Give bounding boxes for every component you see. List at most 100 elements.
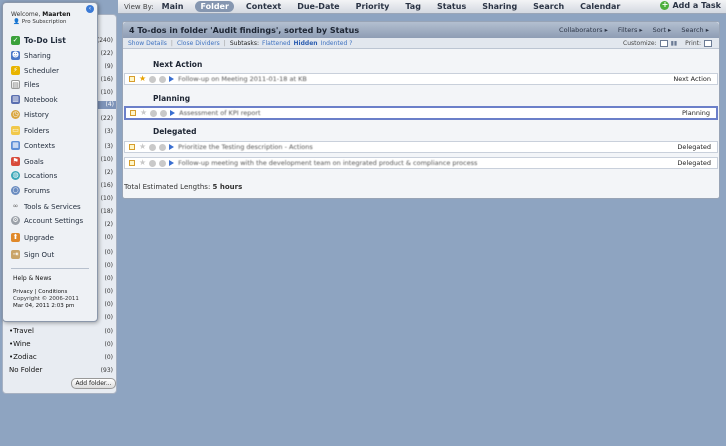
tab-folder[interactable]: Folder [195, 1, 234, 12]
menu-item-todo-list[interactable]: ✓ To-Do List [11, 35, 66, 46]
customize-icon[interactable] [659, 39, 668, 47]
tab-main[interactable]: Main [162, 2, 184, 11]
folder-count: (0) [104, 288, 114, 295]
folder-count: (16) [100, 182, 113, 189]
add-task-button[interactable]: + Add a Task [660, 1, 721, 10]
show-details-link[interactable]: Show Details [128, 40, 167, 47]
menu-label: Sharing [24, 51, 51, 60]
folder-item-wine[interactable]: •Wine (0) [9, 338, 113, 350]
printer-icon[interactable] [704, 39, 712, 47]
menu-item-locations[interactable]: ◍ Locations [11, 170, 57, 181]
task-title[interactable]: Follow-up on Meeting 2011-01-18 at KB [178, 75, 307, 83]
menu-label: Locations [24, 171, 58, 180]
task-checkbox[interactable] [129, 160, 135, 166]
link-icon: ∞ [12, 202, 19, 210]
plus-icon: + [660, 0, 670, 10]
menu-item-files[interactable]: ▤ Files [11, 79, 39, 90]
task-checkbox[interactable] [129, 144, 135, 150]
repeat-icon[interactable] [149, 159, 157, 167]
expand-icon[interactable] [169, 160, 175, 166]
task-checkbox[interactable] [129, 76, 135, 82]
folder-item-travel[interactable]: •Travel (0) [9, 325, 113, 337]
user-icon: 👤 [13, 19, 20, 25]
task-title[interactable]: Follow-up meeting with the development t… [178, 159, 477, 167]
subtasks-hidden[interactable]: Hidden [294, 40, 318, 47]
task-checkbox[interactable] [130, 110, 136, 116]
menu-item-folders[interactable]: ▭ Folders [11, 125, 49, 136]
tab-due-date[interactable]: Due-Date [297, 2, 339, 11]
tab-search[interactable]: Search [533, 2, 564, 11]
contexts-icon: ▦ [11, 141, 20, 150]
subtasks-indented[interactable]: Indented [321, 40, 348, 47]
menu-item-tools-services[interactable]: ∞ Tools & Services [11, 201, 81, 212]
menu-item-notebook[interactable]: ▥ Notebook [11, 94, 58, 105]
collaborators-menu[interactable]: Collaborators ▸ [559, 26, 608, 34]
subscription-text: 👤 Pro Subscription [13, 19, 67, 25]
sort-menu[interactable]: Sort ▸ [653, 26, 672, 34]
task-status[interactable]: Delegated [677, 159, 711, 167]
expand-icon[interactable] [169, 76, 175, 82]
task-row[interactable]: ★ Assessment of KPI report Planning [124, 106, 718, 120]
columns-icon[interactable]: ▮▮ [671, 40, 678, 47]
add-folder-button[interactable]: Add folder... [71, 378, 116, 389]
tab-tag[interactable]: Tag [405, 2, 421, 11]
task-row[interactable]: ★ Follow-up meeting with the development… [124, 157, 718, 169]
tab-sharing[interactable]: Sharing [482, 2, 517, 11]
privacy-conditions-link[interactable]: Privacy | Conditions [13, 289, 67, 295]
note-icon[interactable] [159, 159, 167, 167]
menu-item-forums[interactable]: ○ Forums [11, 185, 50, 196]
help-news-link[interactable]: Help & News [13, 275, 51, 282]
menu-item-sharing[interactable]: ☻ Sharing [11, 50, 51, 61]
task-status[interactable]: Delegated [677, 143, 711, 151]
tab-status[interactable]: Status [437, 2, 466, 11]
repeat-icon[interactable] [149, 75, 157, 83]
expand-icon[interactable] [169, 144, 175, 150]
total-value: 5 hours [212, 183, 243, 191]
collapse-icon[interactable]: ‹ [86, 5, 94, 13]
filters-menu[interactable]: Filters ▸ [618, 26, 643, 34]
menu-item-contexts[interactable]: ▦ Contexts [11, 140, 55, 151]
menu-item-history[interactable]: ◷ History [11, 109, 49, 120]
tab-priority[interactable]: Priority [356, 2, 390, 11]
top-nav-bar: View By: Main Folder Context Due-Date Pr… [118, 0, 726, 14]
search-menu[interactable]: Search ▸ [681, 26, 709, 34]
repeat-icon[interactable] [150, 109, 158, 117]
menu-item-upgrade[interactable]: ⬆ Upgrade [11, 232, 54, 243]
star-icon[interactable]: ★ [140, 109, 147, 117]
close-dividers-link[interactable]: Close Dividers [177, 40, 220, 47]
task-row[interactable]: ★ Follow-up on Meeting 2011-01-18 at KB … [124, 73, 718, 85]
expand-icon[interactable] [170, 110, 176, 116]
tab-calendar[interactable]: Calendar [580, 2, 620, 11]
folder-count: (0) [104, 275, 114, 282]
folder-item-no-folder[interactable]: No Folder (93) [9, 364, 113, 376]
note-icon[interactable] [159, 75, 167, 83]
task-status[interactable]: Planning [682, 109, 710, 117]
note-icon[interactable] [160, 109, 168, 117]
task-title[interactable]: Assessment of KPI report [179, 109, 260, 117]
star-icon[interactable]: ★ [139, 159, 146, 167]
star-icon[interactable]: ★ [139, 143, 146, 151]
menu-item-sign-out[interactable]: ⇥ Sign Out [11, 249, 54, 260]
task-title[interactable]: Prioritize the Testing description - Act… [178, 143, 313, 151]
add-task-label: Add a Task [672, 1, 721, 10]
tab-context[interactable]: Context [246, 2, 281, 11]
task-status[interactable]: Next Action [673, 75, 711, 83]
task-row[interactable]: ★ Prioritize the Testing description - A… [124, 141, 718, 153]
folder-count: (2) [104, 169, 114, 176]
folder-item-zodiac[interactable]: •Zodiac (0) [9, 351, 113, 363]
menu-item-account-settings[interactable]: ⚙ Account Settings [11, 215, 83, 226]
subtasks-flattened[interactable]: Flattened [262, 40, 291, 47]
menu-divider [11, 268, 89, 269]
note-icon[interactable] [159, 143, 167, 151]
selected-folder-count[interactable]: (4) [96, 101, 116, 109]
menu-item-goals[interactable]: ⚑ Goals [11, 156, 44, 167]
checkmark-icon: ✓ [11, 36, 20, 45]
globe-icon: ◍ [11, 171, 20, 180]
total-label: Total Estimated Lengths: [124, 183, 211, 191]
menu-item-scheduler[interactable]: ⚡ Scheduler [11, 65, 59, 76]
help-icon[interactable]: ? [349, 40, 352, 47]
star-icon[interactable]: ★ [139, 75, 146, 83]
folder-label: •Travel [9, 327, 34, 335]
repeat-icon[interactable] [149, 143, 157, 151]
folder-label: No Folder [9, 366, 43, 374]
